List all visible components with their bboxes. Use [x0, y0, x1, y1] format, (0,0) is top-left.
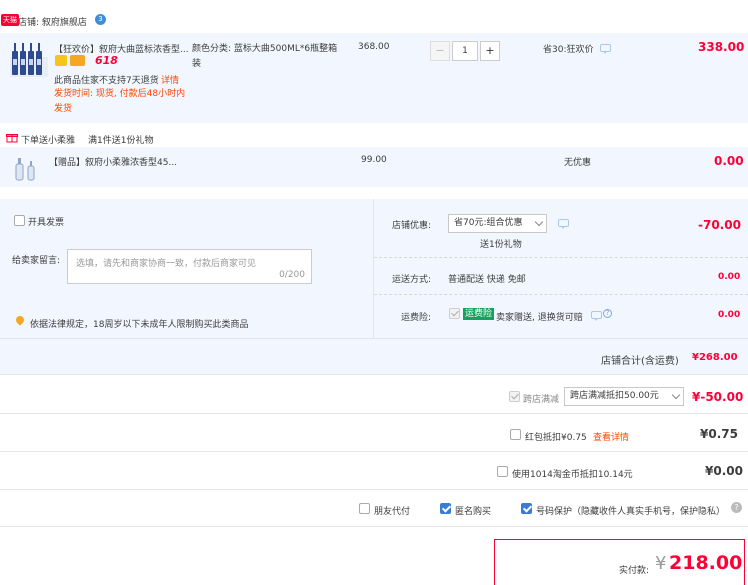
- redpacket-label: 红包抵扣¥0.75: [525, 433, 587, 443]
- row-divider: [0, 451, 748, 452]
- anonymous-label: 匿名购买: [455, 507, 492, 517]
- item-total: 338.00: [698, 40, 745, 54]
- row-divider: [0, 489, 748, 490]
- gift-title-link[interactable]: 【赠品】叙府小柔雅浓香型45...: [49, 155, 177, 168]
- shipping-label: 运送方式:: [392, 275, 432, 285]
- shipping-amount: 0.00: [718, 272, 741, 282]
- redpacket-amount: ¥0.75: [700, 427, 738, 441]
- privacy-checkbox[interactable]: [521, 503, 532, 514]
- cross-store-checkbox: [509, 391, 520, 402]
- unit-price: 368.00: [358, 42, 390, 52]
- store-total-label: 店铺合计(含运费): [601, 356, 679, 367]
- shipping-value: 普通配送 快递 免邮: [448, 275, 526, 285]
- qty-input[interactable]: 1: [452, 41, 478, 61]
- anonymous-checkbox[interactable]: [440, 503, 451, 514]
- row-divider: [0, 374, 748, 375]
- taojinbi-amount: ¥0.00: [705, 464, 743, 478]
- friend-pay-label: 朋友代付: [374, 507, 411, 517]
- gift-header-title: 下单送小柔雅: [21, 136, 76, 146]
- chevron-down-icon: [534, 217, 544, 227]
- freight-ins-checkbox: [449, 308, 460, 319]
- freight-ins-amount: 0.00: [718, 310, 741, 320]
- freight-ins-label: 运费险:: [401, 313, 432, 323]
- right-divider-2: [374, 294, 748, 295]
- payable-amount: 218.00: [669, 552, 743, 574]
- store-discount-select-value: 省70元:组合优惠: [454, 218, 523, 228]
- help-icon[interactable]: ?: [603, 309, 612, 318]
- store-discount-amount: -70.00: [698, 218, 741, 232]
- chevron-down-icon: [671, 390, 681, 400]
- payable-box: 实付款: ¥ 218.00: [494, 539, 745, 585]
- message-counter: 0/200: [279, 270, 305, 280]
- redpacket-checkbox[interactable]: [510, 429, 521, 440]
- privacy-help-icon[interactable]: ?: [731, 502, 742, 513]
- service-badge-icon: [55, 55, 67, 66]
- promo-chat-icon[interactable]: [600, 44, 611, 54]
- friend-pay-checkbox[interactable]: [359, 503, 370, 514]
- shop-header: 天猫 店铺: 叙府旗舰店 3: [0, 12, 748, 30]
- gift-header: 下单送小柔雅 满1件送1份礼物: [0, 130, 748, 146]
- redpacket-detail-link[interactable]: 查看详情: [593, 430, 629, 443]
- gift-promo: 无优惠: [564, 158, 592, 168]
- message-textarea[interactable]: 选填，请先和商家协商一致，付款后商家可见 0/200: [67, 249, 312, 284]
- qty-plus-button[interactable]: +: [480, 41, 500, 61]
- message-placeholder: 选填，请先和商家协商一致，付款后商家可见: [76, 259, 257, 269]
- order-detail-panel: [0, 199, 748, 374]
- discount-chat-icon[interactable]: [558, 219, 569, 229]
- row-divider: [0, 413, 748, 414]
- taojinbi-checkbox[interactable]: [497, 466, 508, 477]
- cross-store-select[interactable]: 跨店满减抵扣50.00元: [564, 387, 684, 406]
- store-gift-text: 送1份礼物: [480, 240, 522, 250]
- detail-divider: [373, 199, 374, 338]
- gift-bottle-icon: [15, 158, 35, 181]
- freight-ins-text: 卖家赠送, 退换货可赔: [496, 313, 583, 323]
- detail-bottom-divider: [0, 338, 748, 339]
- row-divider: [0, 526, 748, 527]
- privacy-label: 号码保护（隐藏收件人真实手机号，保护隐私）: [536, 507, 726, 517]
- shop-name-link[interactable]: 店铺: 叙府旗舰店: [18, 15, 87, 28]
- sku-text: 颜色分类: 蓝标大曲500ML*6瓶整箱装: [192, 44, 338, 69]
- gift-thumbnail[interactable]: [10, 152, 40, 182]
- gift-icon: [6, 132, 18, 146]
- freight-chat-icon[interactable]: [591, 311, 602, 321]
- cross-store-amount: ¥-50.00: [692, 390, 744, 404]
- payable-currency: ¥: [655, 553, 667, 574]
- store-discount-select[interactable]: 省70元:组合优惠: [448, 214, 547, 233]
- legal-notice: 依据法律规定，18周岁以下未成年人限制购买此类商品: [30, 320, 249, 330]
- delivery-note: 发货时间: 现货, 付款后48小时内发货: [54, 89, 186, 114]
- gift-header-detail: 满1件送1份礼物: [88, 136, 154, 146]
- cross-store-label: 跨店满减: [523, 395, 560, 405]
- gift-total: 0.00: [714, 154, 744, 168]
- store-total-amount: ¥268.00: [692, 352, 738, 363]
- qty-minus-button[interactable]: −: [430, 41, 450, 61]
- message-label: 给卖家留言:: [12, 256, 61, 266]
- gift-unit-price: 99.00: [361, 155, 387, 165]
- taojinbi-label: 使用1014淘金币抵扣10.14元: [512, 470, 633, 480]
- freight-ins-badge: 运费险: [463, 308, 495, 320]
- store-discount-label: 店铺优惠:: [392, 221, 432, 231]
- cross-store-select-value: 跨店满减抵扣50.00元: [570, 391, 659, 401]
- return-policy-note: 此商品住家不支持7天退货: [54, 76, 159, 86]
- product-thumbnail[interactable]: [10, 39, 48, 77]
- right-divider-1: [374, 257, 748, 258]
- wangwang-icon[interactable]: 3: [95, 14, 106, 25]
- tmall-badge-icon: 天猫: [1, 14, 19, 26]
- return-policy-link[interactable]: 详情: [161, 73, 179, 86]
- quantity-stepper: − 1 +: [430, 41, 500, 61]
- card-badge-icon: [70, 55, 85, 66]
- bottles-image-icon: [10, 43, 48, 77]
- gift-row: 【赠品】叙府小柔雅浓香型45... 99.00 无优惠 0.00: [0, 147, 748, 187]
- item-row: 【狂欢价】叙府大曲蓝标浓香型... 618 颜色分类: 蓝标大曲500ML*6瓶…: [0, 33, 748, 123]
- promo-text: 省30:狂欢价: [543, 45, 594, 55]
- invoice-label: 开具发票: [28, 218, 65, 228]
- product-title-link[interactable]: 【狂欢价】叙府大曲蓝标浓香型...: [54, 42, 189, 55]
- promo-618-badge: 618: [95, 54, 118, 67]
- invoice-checkbox[interactable]: [14, 215, 25, 226]
- payable-label: 实付款:: [619, 566, 650, 576]
